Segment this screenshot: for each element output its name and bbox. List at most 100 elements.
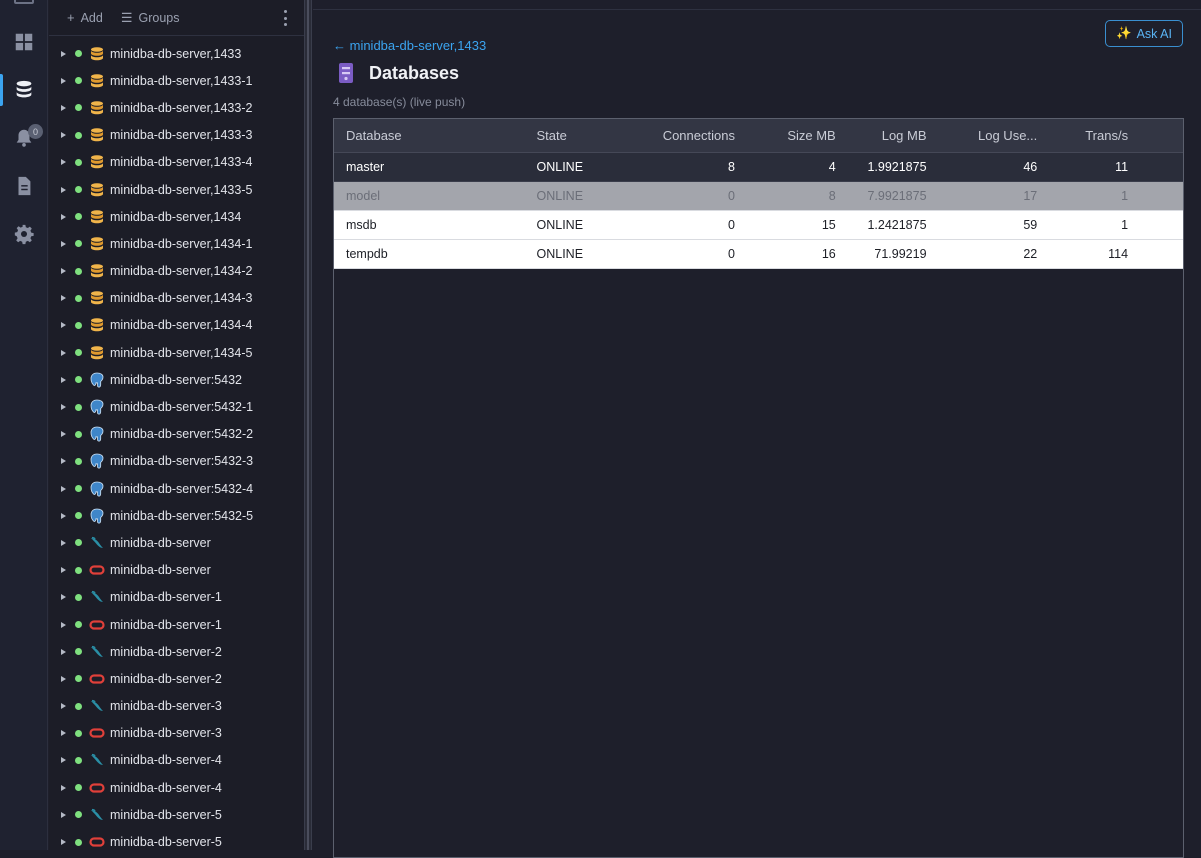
expand-caret-icon[interactable]	[61, 648, 66, 655]
server-tree-item[interactable]: minidba-db-server,1434-4	[49, 312, 304, 339]
server-tree-item[interactable]: minidba-db-server,1434-5	[49, 339, 304, 366]
groups-button[interactable]: ☰ Groups	[121, 10, 180, 26]
cell-log-use: 22	[1023, 247, 1038, 261]
column-header-state[interactable]: State	[525, 128, 645, 143]
add-label: Add	[80, 10, 103, 25]
server-tree-item[interactable]: minidba-db-server-4	[49, 747, 304, 774]
gear-icon[interactable]	[0, 210, 48, 258]
cell-state: ONLINE	[536, 247, 584, 261]
column-header-connections[interactable]: Connections	[644, 128, 747, 143]
alerts-badge: 0	[28, 124, 43, 139]
status-online-icon	[75, 403, 82, 411]
ask-ai-label: Ask AI	[1136, 26, 1172, 41]
table-row[interactable]: tempdb ONLINE 0 16 71.99219 22 114	[334, 240, 1183, 269]
server-label: minidba-db-server-5	[110, 835, 222, 850]
expand-caret-icon[interactable]	[61, 539, 66, 546]
server-tree-item[interactable]: minidba-db-server-1	[49, 611, 304, 638]
expand-caret-icon[interactable]	[61, 322, 66, 329]
dashboard-icon[interactable]	[0, 18, 48, 66]
server-tree-item[interactable]: minidba-db-server,1434	[49, 203, 304, 230]
server-tree-item[interactable]: minidba-db-server,1434-2	[49, 258, 304, 285]
server-tree-item[interactable]: minidba-db-server-3	[49, 693, 304, 720]
expand-caret-icon[interactable]	[61, 77, 66, 84]
back-link[interactable]: ← minidba-db-server,1433	[333, 38, 486, 53]
expand-caret-icon[interactable]	[61, 295, 66, 302]
cell-size-mb: 15	[821, 218, 836, 232]
column-header-size[interactable]: Size MB	[747, 128, 848, 143]
add-button[interactable]: + Add	[67, 10, 103, 25]
database-icon[interactable]	[0, 66, 48, 114]
server-tree-item[interactable]: minidba-db-server-3	[49, 720, 304, 747]
expand-caret-icon[interactable]	[61, 50, 66, 57]
expand-caret-icon[interactable]	[61, 104, 66, 111]
server-tree-item[interactable]: minidba-db-server-5	[49, 828, 304, 850]
bell-icon[interactable]: 0	[0, 114, 48, 162]
expand-caret-icon[interactable]	[61, 730, 66, 737]
status-online-icon	[75, 158, 82, 166]
server-tree-item[interactable]: minidba-db-server	[49, 529, 304, 556]
server-tree-item[interactable]: minidba-db-server-4	[49, 774, 304, 801]
column-header-log-use[interactable]: Log Use...	[939, 128, 1050, 143]
expand-caret-icon[interactable]	[61, 213, 66, 220]
server-tree-item[interactable]: minidba-db-server:5432-5	[49, 502, 304, 529]
expand-caret-icon[interactable]	[61, 567, 66, 574]
server-tree-item[interactable]: minidba-db-server,1433	[49, 40, 304, 67]
server-tree-item[interactable]: minidba-db-server:5432-4	[49, 475, 304, 502]
expand-caret-icon[interactable]	[61, 186, 66, 193]
expand-caret-icon[interactable]	[61, 458, 66, 465]
postgres-icon	[89, 481, 110, 497]
server-tree-item[interactable]: minidba-db-server-1	[49, 584, 304, 611]
expand-caret-icon[interactable]	[61, 784, 66, 791]
expand-caret-icon[interactable]	[61, 811, 66, 818]
expand-caret-icon[interactable]	[61, 512, 66, 519]
report-icon[interactable]	[0, 162, 48, 210]
server-tree-item[interactable]: minidba-db-server:5432	[49, 366, 304, 393]
databases-grid: Database State Connections Size MB Log M…	[333, 118, 1184, 858]
table-row[interactable]: master ONLINE 8 4 1.9921875 46 11	[334, 153, 1183, 182]
cell-state: ONLINE	[536, 189, 584, 203]
server-tree-item[interactable]: minidba-db-server:5432-2	[49, 421, 304, 448]
server-tree-item[interactable]: minidba-db-server,1433-5	[49, 176, 304, 203]
expand-caret-icon[interactable]	[61, 349, 66, 356]
server-label: minidba-db-server,1433-1	[110, 73, 253, 88]
status-online-icon	[75, 756, 82, 764]
expand-caret-icon[interactable]	[61, 159, 66, 166]
column-header-database[interactable]: Database	[334, 128, 525, 143]
server-tree-item[interactable]: minidba-db-server-2	[49, 638, 304, 665]
server-tree-item[interactable]: minidba-db-server:5432-3	[49, 448, 304, 475]
expand-caret-icon[interactable]	[61, 240, 66, 247]
expand-caret-icon[interactable]	[61, 757, 66, 764]
expand-caret-icon[interactable]	[61, 431, 66, 438]
expand-caret-icon[interactable]	[61, 621, 66, 628]
mssql-icon	[89, 127, 110, 143]
server-tree-item[interactable]: minidba-db-server,1434-3	[49, 285, 304, 312]
expand-caret-icon[interactable]	[61, 376, 66, 383]
more-options-icon[interactable]	[284, 10, 288, 26]
server-tree-item[interactable]: minidba-db-server	[49, 557, 304, 584]
table-row[interactable]: model ONLINE 0 8 7.9921875 17 1	[334, 182, 1183, 211]
mssql-icon	[89, 236, 110, 252]
expand-caret-icon[interactable]	[61, 675, 66, 682]
table-row[interactable]: msdb ONLINE 0 15 1.2421875 59 1	[334, 211, 1183, 240]
ask-ai-button[interactable]: ✨ Ask AI	[1104, 20, 1183, 47]
status-online-icon	[75, 104, 82, 112]
sidebar-splitter[interactable]	[304, 0, 312, 850]
server-tree-item[interactable]: minidba-db-server,1433-3	[49, 122, 304, 149]
expand-caret-icon[interactable]	[61, 703, 66, 710]
server-tree-item[interactable]: minidba-db-server,1434-1	[49, 230, 304, 257]
server-tree-item[interactable]: minidba-db-server-2	[49, 665, 304, 692]
server-tree-item[interactable]: minidba-db-server-5	[49, 801, 304, 828]
status-online-icon	[75, 675, 82, 683]
expand-caret-icon[interactable]	[61, 485, 66, 492]
expand-caret-icon[interactable]	[61, 839, 66, 846]
expand-caret-icon[interactable]	[61, 404, 66, 411]
column-header-log[interactable]: Log MB	[848, 128, 939, 143]
expand-caret-icon[interactable]	[61, 268, 66, 275]
server-tree-item[interactable]: minidba-db-server,1433-1	[49, 67, 304, 94]
expand-caret-icon[interactable]	[61, 594, 66, 601]
server-tree-item[interactable]: minidba-db-server:5432-1	[49, 393, 304, 420]
server-tree-item[interactable]: minidba-db-server,1433-2	[49, 94, 304, 121]
column-header-trans[interactable]: Trans/s	[1049, 128, 1140, 143]
server-tree-item[interactable]: minidba-db-server,1433-4	[49, 149, 304, 176]
expand-caret-icon[interactable]	[61, 132, 66, 139]
